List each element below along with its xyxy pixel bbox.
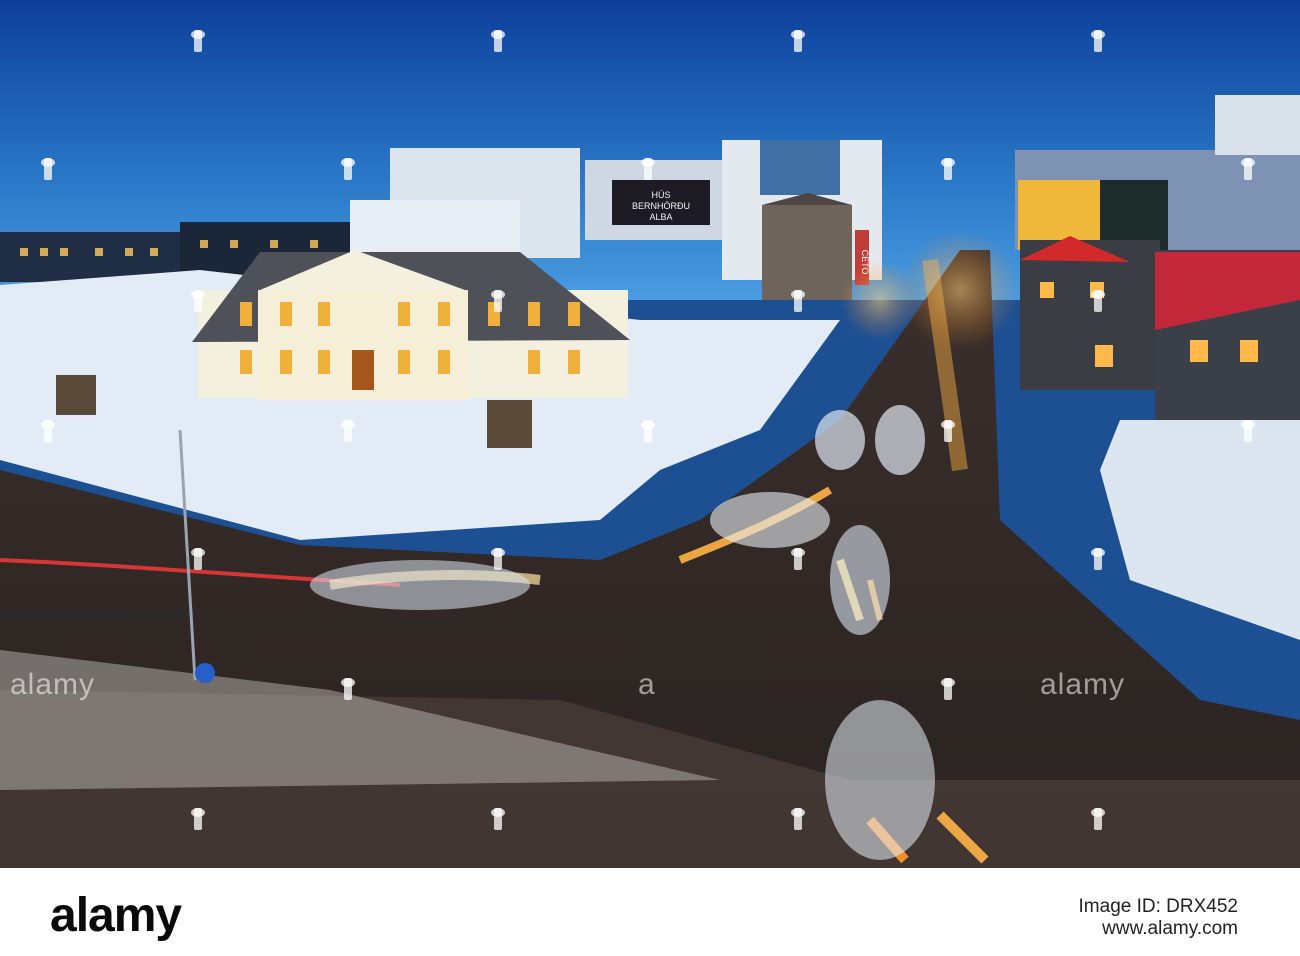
statue-center [487, 400, 532, 448]
watermark-icon [191, 290, 205, 312]
traffic-sign [195, 663, 215, 683]
watermark-icon [791, 808, 805, 830]
watermark-icon [41, 158, 55, 180]
billboard-line-1: HÚS [651, 190, 670, 200]
watermark-icon [41, 420, 55, 442]
watermark-word-center: a [638, 668, 656, 701]
billboard-line-3: ALBA [649, 212, 672, 222]
watermark-icon [341, 678, 355, 700]
watermark-icon [791, 290, 805, 312]
watermark-icon [491, 30, 505, 52]
billboard-line-2: BERNHÖRÐU [632, 201, 690, 211]
site-url[interactable]: www.alamy.com [1079, 918, 1238, 940]
watermark-icon [341, 420, 355, 442]
watermark-icon [1091, 290, 1105, 312]
watermark-icon [191, 548, 205, 570]
watermark-word-left: alamy [10, 668, 96, 701]
watermark-icon [191, 808, 205, 830]
watermark-icon [1241, 158, 1255, 180]
alamy-logo[interactable]: alamy [50, 888, 182, 943]
building-white-mid [350, 200, 520, 260]
stone-house [762, 205, 852, 300]
watermark-icon [1091, 548, 1105, 570]
snow-right [1100, 420, 1300, 640]
image-id: Image ID: DRX452 [1078, 896, 1238, 917]
watermark-icon [941, 158, 955, 180]
watermark-icon [791, 548, 805, 570]
watermark-icon [941, 420, 955, 442]
watermark-icon [641, 158, 655, 180]
building-right-top [1215, 95, 1300, 155]
christmas-house [1020, 240, 1160, 390]
watermark-icon [191, 30, 205, 52]
watermark-icon [641, 420, 655, 442]
watermark-word-right: alamy [1040, 668, 1126, 701]
watermark-icon [1241, 420, 1255, 442]
watermark-icon [491, 290, 505, 312]
fence [0, 610, 195, 616]
photo: HÚS BERNHÖRÐU ALBA CETO alamy a alamy [0, 0, 1300, 868]
watermark-icon [491, 808, 505, 830]
mural-panel [760, 140, 840, 195]
watermark-icon [341, 158, 355, 180]
blurred-car [825, 700, 935, 860]
watermark-icon [1091, 808, 1105, 830]
watermark-icon [941, 678, 955, 700]
image-meta: Image ID: DRX452 www.alamy.com [1079, 896, 1238, 940]
watermark-icon [791, 30, 805, 52]
statue-left [56, 375, 96, 415]
watermark-icon [1091, 30, 1105, 52]
watermark-icon [491, 548, 505, 570]
